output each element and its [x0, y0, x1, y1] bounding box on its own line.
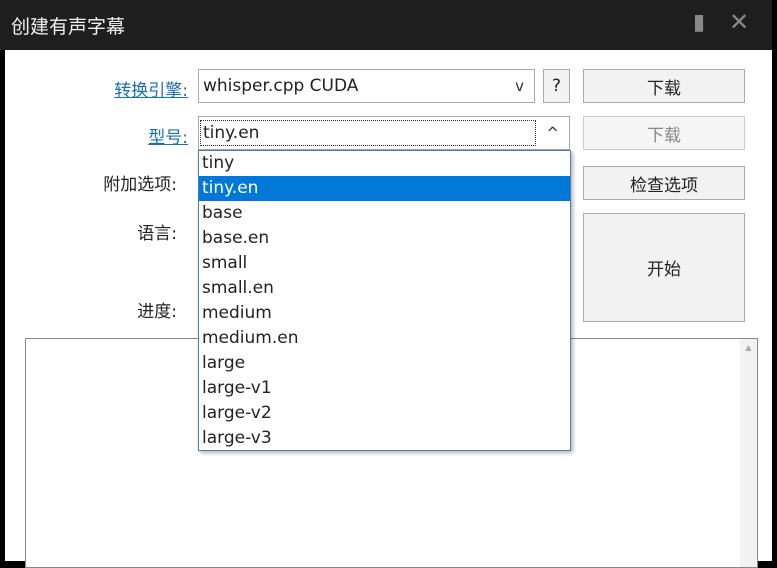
model-select[interactable]: tiny.en ^: [198, 116, 570, 150]
model-dropdown-list: tiny tiny.en base base.en small small.en mediu…: [198, 150, 571, 451]
model-download-button[interactable]: 下载: [583, 116, 745, 150]
model-option[interactable]: small: [199, 251, 570, 276]
check-options-button[interactable]: 检查选项: [583, 166, 745, 200]
engine-download-button[interactable]: 下载: [583, 69, 745, 103]
model-option[interactable]: small.en: [199, 276, 570, 301]
engine-help-button[interactable]: ?: [543, 69, 570, 103]
chevron-down-icon: v: [515, 77, 524, 95]
model-option[interactable]: base.en: [199, 226, 570, 251]
pin-icon[interactable]: ▮: [693, 10, 705, 35]
engine-select[interactable]: whisper.cpp CUDA v: [198, 69, 535, 103]
title-bar: 创建有声字幕 ▮ ✕: [0, 0, 772, 50]
progress-label: 进度:: [137, 302, 177, 322]
language-label: 语言:: [137, 224, 177, 244]
start-button[interactable]: 开始: [583, 213, 745, 322]
close-icon[interactable]: ✕: [729, 8, 749, 36]
model-option[interactable]: large-v2: [199, 401, 570, 426]
window-title: 创建有声字幕: [11, 16, 126, 38]
model-option[interactable]: large-v1: [199, 376, 570, 401]
model-option[interactable]: tiny.en: [199, 176, 570, 201]
model-option[interactable]: base: [199, 201, 570, 226]
model-option[interactable]: large-v3: [199, 426, 570, 451]
model-option[interactable]: tiny: [199, 151, 570, 176]
engine-value: whisper.cpp CUDA: [203, 76, 359, 96]
model-option[interactable]: medium: [199, 301, 570, 326]
extra-options-label: 附加选项:: [103, 175, 177, 195]
scroll-up-icon[interactable]: ▲: [740, 343, 757, 352]
scrollbar[interactable]: ▲: [740, 339, 757, 567]
model-option[interactable]: large: [199, 351, 570, 376]
model-value: tiny.en: [200, 120, 536, 146]
model-label-link[interactable]: 型号:: [68, 123, 188, 148]
engine-label-link[interactable]: 转换引擎:: [68, 76, 188, 101]
model-option[interactable]: medium.en: [199, 326, 570, 351]
chevron-up-icon: ^: [546, 124, 559, 142]
